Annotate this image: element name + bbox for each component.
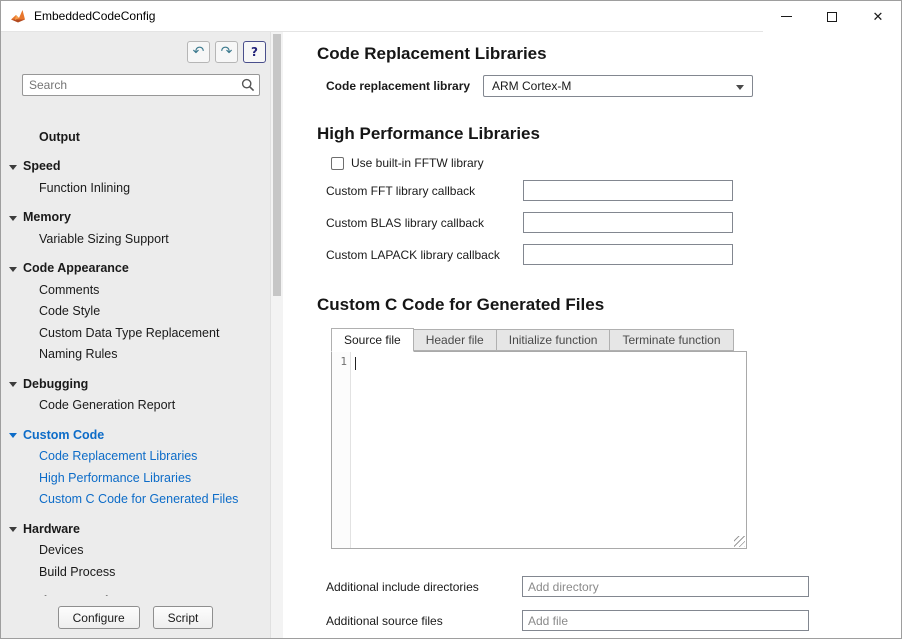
nav-item-output[interactable]: Output (1, 126, 270, 148)
minimize-button[interactable] (763, 1, 809, 32)
minimize-icon (781, 16, 792, 17)
tab-source-file[interactable]: Source file (331, 328, 414, 352)
source-file-code-editor[interactable]: 1 (331, 351, 747, 549)
titlebar: EmbeddedCodeConfig ✕ (1, 1, 901, 32)
additional-include-directories-row: Additional include directories (326, 576, 901, 597)
section-title-code-replacement-libraries: Code Replacement Libraries (317, 44, 901, 64)
custom-fft-callback-row: Custom FFT library callback (326, 180, 901, 201)
window-body: ↶ ↷ ? Output Speed Function Inlining Mem… (1, 32, 901, 639)
help-icon: ? (251, 45, 258, 59)
custom-lapack-callback-row: Custom LAPACK library callback (326, 244, 901, 265)
custom-blas-callback-row: Custom BLAS library callback (326, 212, 901, 233)
nav-item-naming-rules[interactable]: Naming Rules (1, 344, 270, 366)
content-panel: Code Replacement Libraries Code replacem… (283, 32, 901, 639)
sidebar-toolbar: ↶ ↷ ? (187, 41, 266, 63)
nav-item-variable-sizing-support[interactable]: Variable Sizing Support (1, 228, 270, 250)
collapse-triangle-icon (9, 527, 17, 532)
redo-icon: ↷ (221, 45, 233, 59)
close-icon: ✕ (873, 10, 884, 23)
nav-item-devices[interactable]: Devices (1, 540, 270, 562)
code-replacement-library-dropdown[interactable]: ARM Cortex-M (483, 75, 753, 97)
custom-fft-callback-input[interactable] (523, 180, 733, 201)
custom-lapack-callback-input[interactable] (523, 244, 733, 265)
custom-blas-callback-label: Custom BLAS library callback (326, 216, 523, 230)
tab-header-file[interactable]: Header file (413, 329, 497, 351)
app-icon (10, 8, 26, 24)
maximize-icon (827, 12, 837, 22)
nav-item-code-style[interactable]: Code Style (1, 301, 270, 323)
sidebar-scrollbar[interactable] (270, 32, 283, 639)
tab-initialize-function[interactable]: Initialize function (496, 329, 611, 351)
tab-terminate-function[interactable]: Terminate function (609, 329, 733, 351)
nav-group-debugging[interactable]: Debugging (1, 373, 270, 395)
collapse-triangle-icon (9, 216, 17, 221)
nav-item-build-process[interactable]: Build Process (1, 561, 270, 583)
close-button[interactable]: ✕ (855, 1, 901, 32)
chevron-down-icon (736, 85, 744, 90)
nav-item-function-inlining[interactable]: Function Inlining (1, 177, 270, 199)
nav-group-memory[interactable]: Memory (1, 207, 270, 229)
additional-source-files-input[interactable] (522, 610, 809, 631)
fftw-checkbox-row: Use built-in FFTW library (331, 156, 901, 170)
collapse-triangle-icon (9, 382, 17, 387)
sidebar-action-bar: Configure Script (1, 596, 270, 639)
use-builtin-fftw-checkbox[interactable] (331, 157, 344, 170)
redo-button[interactable]: ↷ (215, 41, 238, 63)
nav-item-code-replacement-libraries[interactable]: Code Replacement Libraries (1, 446, 270, 468)
nav-group-speed[interactable]: Speed (1, 156, 270, 178)
text-caret (355, 357, 356, 370)
help-button[interactable]: ? (243, 41, 266, 63)
code-replacement-library-label: Code replacement library (326, 79, 483, 93)
maximize-button[interactable] (809, 1, 855, 32)
nav-group-code-appearance[interactable]: Code Appearance (1, 258, 270, 280)
collapse-triangle-icon (9, 267, 17, 272)
search-icon (241, 78, 255, 92)
line-number-gutter: 1 (332, 352, 351, 548)
undo-button[interactable]: ↶ (187, 41, 210, 63)
fftw-checkbox-label: Use built-in FFTW library (351, 156, 484, 170)
search-input[interactable] (22, 74, 260, 96)
dropdown-selected-value: ARM Cortex-M (492, 79, 571, 93)
window-controls: ✕ (763, 1, 901, 32)
search-box (22, 74, 260, 96)
script-button[interactable]: Script (153, 606, 214, 629)
nav-item-custom-c-code-for-generated-files[interactable]: Custom C Code for Generated Files (1, 489, 270, 511)
code-file-tabs: Source file Header file Initialize funct… (331, 327, 901, 351)
line-number: 1 (340, 355, 347, 368)
code-replacement-library-row: Code replacement library ARM Cortex-M (326, 75, 901, 97)
nav-item-comments[interactable]: Comments (1, 279, 270, 301)
configure-button[interactable]: Configure (58, 606, 140, 629)
nav-group-hardware[interactable]: Hardware (1, 518, 270, 540)
resize-grip-icon[interactable] (734, 536, 745, 547)
custom-blas-callback-input[interactable] (523, 212, 733, 233)
embedded-code-config-window: EmbeddedCodeConfig ✕ ↶ ↷ ? Output (0, 0, 902, 639)
sidebar: ↶ ↷ ? Output Speed Function Inlining Mem… (1, 32, 283, 639)
undo-icon: ↶ (193, 45, 205, 59)
code-edit-area[interactable] (351, 352, 746, 548)
custom-lapack-callback-label: Custom LAPACK library callback (326, 248, 523, 262)
collapse-triangle-icon (9, 433, 17, 438)
nav-group-custom-code[interactable]: Custom Code (1, 424, 270, 446)
additional-include-directories-label: Additional include directories (326, 580, 522, 594)
nav-item-high-performance-libraries[interactable]: High Performance Libraries (1, 467, 270, 489)
window-title: EmbeddedCodeConfig (34, 9, 155, 23)
section-title-custom-c-code: Custom C Code for Generated Files (317, 295, 901, 315)
settings-nav: Output Speed Function Inlining Memory Va… (1, 126, 270, 612)
additional-include-directories-input[interactable] (522, 576, 809, 597)
additional-source-files-label: Additional source files (326, 614, 522, 628)
scrollbar-thumb[interactable] (273, 34, 281, 296)
custom-fft-callback-label: Custom FFT library callback (326, 184, 523, 198)
section-title-high-performance-libraries: High Performance Libraries (317, 124, 901, 144)
nav-item-custom-data-type-replacement[interactable]: Custom Data Type Replacement (1, 322, 270, 344)
nav-item-code-generation-report[interactable]: Code Generation Report (1, 395, 270, 417)
collapse-triangle-icon (9, 165, 17, 170)
additional-source-files-row: Additional source files (326, 610, 901, 631)
